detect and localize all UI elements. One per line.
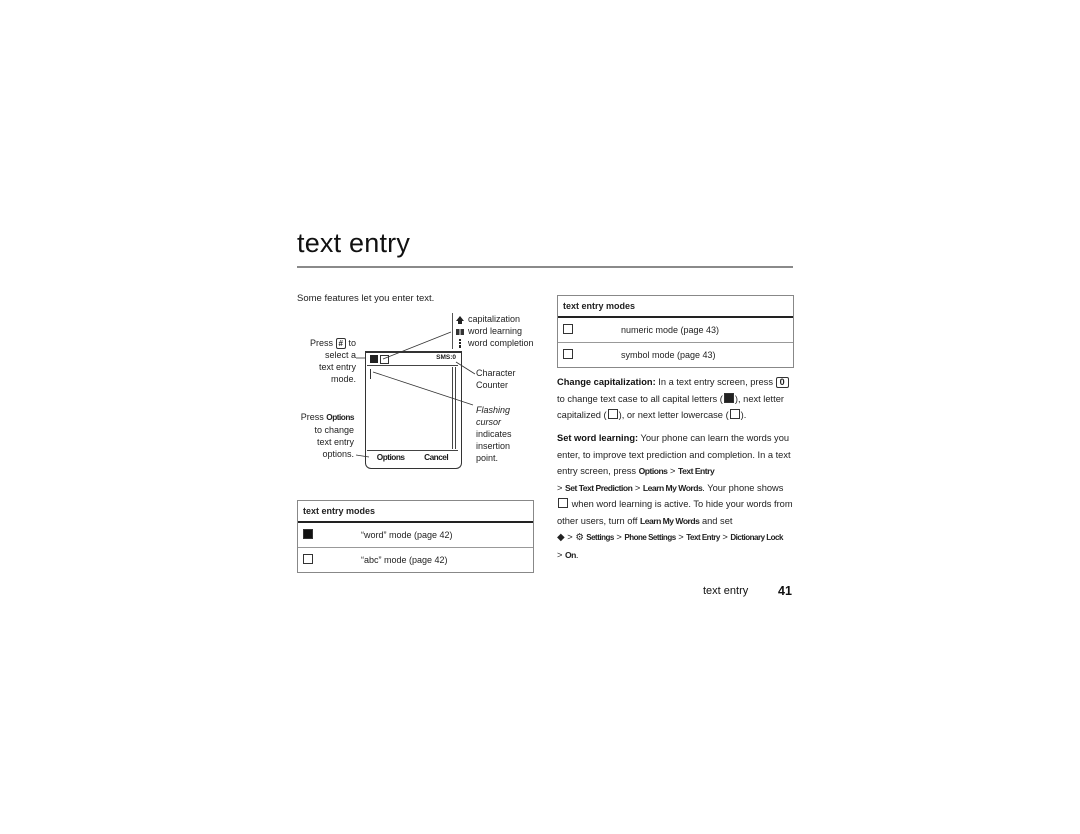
- table-row: numeric mode (page 43): [558, 317, 793, 343]
- table-cell: symbol mode (page 43): [621, 350, 716, 360]
- label-text: cursor: [476, 417, 502, 427]
- text: In a text entry screen, press: [655, 377, 776, 387]
- separator: >: [675, 532, 687, 542]
- symbol-mode-icon: [563, 349, 573, 359]
- menu-ref: Options: [638, 466, 668, 476]
- table-row: symbol mode (page 43): [558, 343, 793, 368]
- character-counter-label: Character Counter: [476, 367, 516, 391]
- text: to change text case to all capital lette…: [557, 393, 723, 404]
- label-text: insertion: [476, 441, 511, 451]
- table-cell: “word” mode (page 42): [356, 522, 533, 548]
- text-entry-modes-table-right: text entry modes numeric mode (page 43) …: [557, 295, 794, 368]
- abc-mode-icon: [303, 554, 313, 564]
- menu-ref: Dictionary Lock: [730, 533, 783, 542]
- separator: >: [632, 482, 643, 493]
- table-header: text entry modes: [298, 501, 533, 523]
- separator: >: [564, 532, 576, 542]
- text: .: [575, 549, 579, 560]
- text-entry-modes-table-left: text entry modes “word” mode (page 42) “…: [297, 500, 534, 573]
- table-cell: numeric mode (page 43): [616, 317, 793, 343]
- next-capitalized-icon: [607, 409, 618, 419]
- label-text: Character: [476, 368, 516, 378]
- word-mode-icon: [303, 529, 313, 539]
- paragraph-heading: Change capitalization:: [557, 377, 656, 387]
- zero-key-icon: 0: [775, 377, 789, 388]
- menu-ref: Phone Settings: [624, 533, 676, 542]
- nav-key-icon: ◆: [557, 532, 565, 543]
- text: ).: [740, 410, 747, 420]
- menu-ref: Text Entry: [686, 533, 720, 542]
- settings-icon: ⚙: [575, 532, 584, 542]
- word-learning-icon: [558, 498, 568, 508]
- text: . Your phone shows: [702, 482, 784, 493]
- label-text: indicates: [476, 429, 512, 439]
- separator: >: [613, 532, 625, 542]
- label-text: Counter: [476, 380, 509, 390]
- label-text: point.: [476, 453, 499, 463]
- text: and set: [699, 515, 733, 526]
- paragraph-heading: Set word learning:: [557, 433, 639, 443]
- table-row: “word” mode (page 42): [298, 522, 533, 548]
- menu-ref: On: [565, 549, 576, 560]
- menu-ref: Learn My Words: [642, 482, 703, 493]
- text: ), or next letter lowercase (: [618, 410, 729, 420]
- separator: >: [557, 549, 566, 560]
- cursor-label: Flashing cursor indicates insertion poin…: [476, 404, 512, 464]
- page-number: 41: [778, 584, 792, 598]
- menu-ref: Settings: [586, 533, 614, 542]
- lowercase-icon: [729, 409, 740, 419]
- table-header: text entry modes: [558, 296, 793, 318]
- menu-ref: Learn My Words: [640, 515, 700, 526]
- label-text: Flashing: [476, 405, 511, 415]
- menu-ref: Set Text Prediction: [565, 482, 633, 493]
- table-row: “abc” mode (page 42): [298, 548, 533, 573]
- numeric-mode-icon: [563, 324, 573, 334]
- leader-lines: [355, 331, 476, 458]
- separator: >: [557, 482, 566, 493]
- menu-ref: Text Entry: [678, 466, 715, 476]
- separator: >: [667, 466, 679, 476]
- table-cell: “abc” mode (page 42): [361, 555, 448, 565]
- separator: >: [719, 532, 731, 542]
- footer-section-title: text entry: [703, 585, 749, 597]
- capitalization-paragraph: Change capitalization: In a text entry s…: [557, 374, 797, 424]
- all-caps-icon: [723, 392, 734, 403]
- word-learning-paragraph: Set word learning: Your phone can learn …: [557, 430, 797, 563]
